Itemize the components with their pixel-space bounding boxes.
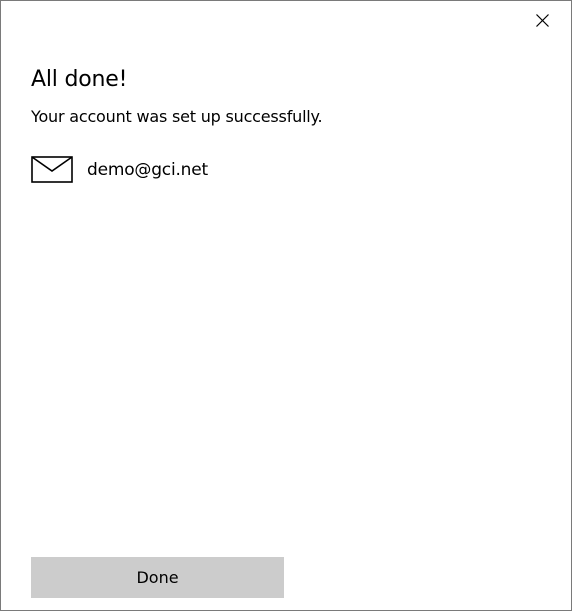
close-button[interactable] xyxy=(529,7,555,33)
dialog-title: All done! xyxy=(31,67,128,92)
done-button[interactable]: Done xyxy=(31,557,284,598)
mail-icon xyxy=(31,156,73,183)
close-icon xyxy=(535,13,549,27)
account-setup-dialog: All done! Your account was set up succes… xyxy=(0,0,572,611)
account-email: demo@gci.net xyxy=(87,160,208,180)
account-row: demo@gci.net xyxy=(31,155,208,185)
success-message: Your account was set up successfully. xyxy=(31,107,323,126)
